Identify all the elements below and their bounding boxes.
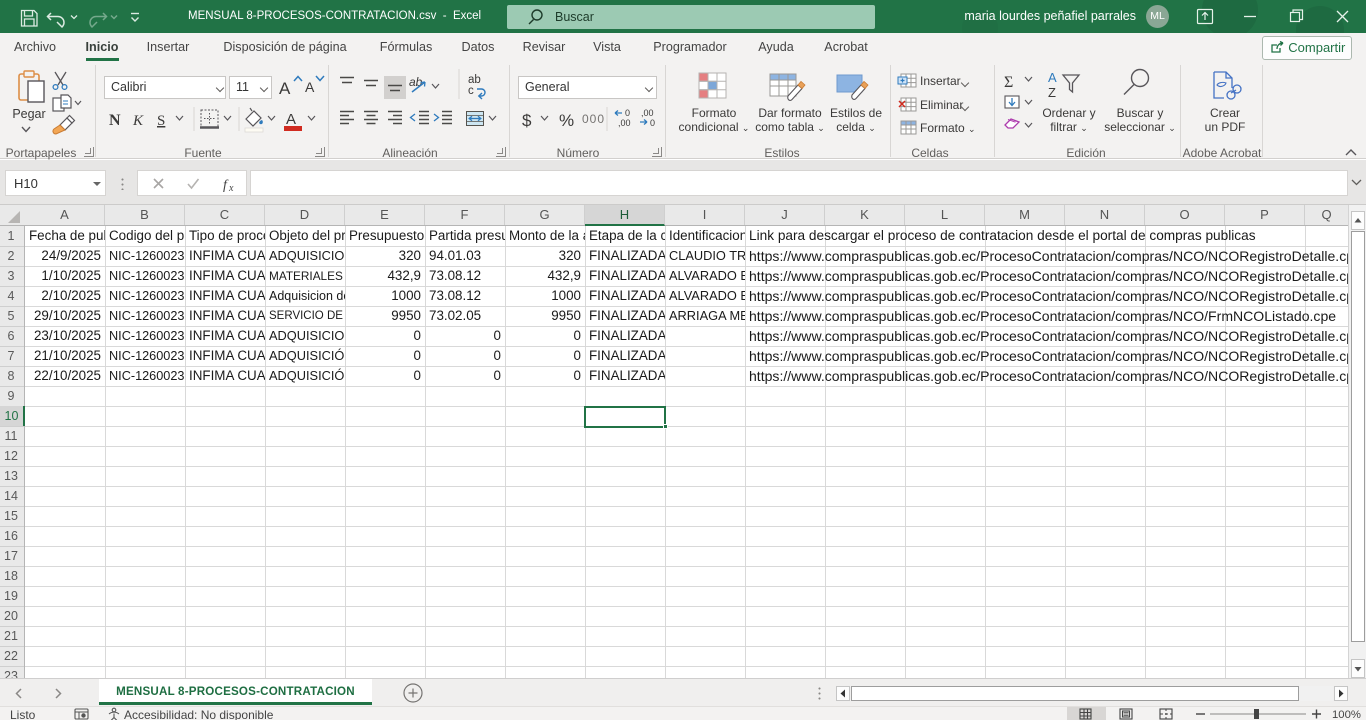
svg-text:,00: ,00 [641,108,654,118]
svg-text:,00: ,00 [618,118,631,128]
svg-text:A: A [305,79,315,95]
svg-text:0: 0 [650,118,655,128]
svg-text:0: 0 [625,108,630,118]
svg-text:A: A [279,79,291,98]
svg-text:N: N [109,112,121,129]
svg-text:Z: Z [1048,85,1056,100]
svg-text:A: A [1048,70,1057,85]
svg-text:S: S [157,113,165,129]
svg-text:c: c [468,85,474,97]
svg-text:000: 000 [582,112,605,126]
svg-text:x: x [228,183,234,194]
svg-text:Σ: Σ [1004,74,1013,91]
svg-text:$: $ [522,111,532,130]
svg-text:A: A [286,111,296,128]
svg-text:%: % [559,111,574,130]
svg-text:K: K [132,113,144,129]
